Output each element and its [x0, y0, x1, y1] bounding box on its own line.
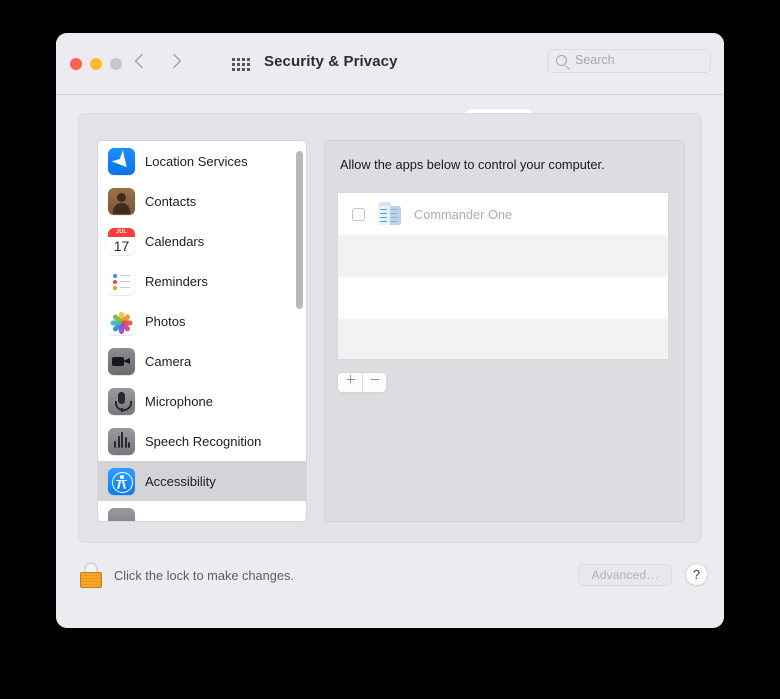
search-icon — [556, 55, 567, 66]
back-chevron-icon[interactable] — [134, 52, 148, 74]
title-bar: Security & Privacy Search — [56, 33, 724, 95]
sidebar-item-photos[interactable]: Photos — [98, 301, 306, 341]
app-row-empty — [338, 235, 668, 277]
sidebar-item-reminders[interactable]: Reminders — [98, 261, 306, 301]
calendars-icon: JUL 17 — [108, 227, 135, 255]
privacy-category-list[interactable]: Location Services Contacts JUL 17 Calend… — [97, 140, 307, 522]
forward-chevron-icon[interactable] — [168, 52, 182, 74]
sidebar-item-calendars[interactable]: JUL 17 Calendars — [98, 221, 306, 261]
app-row-empty — [338, 277, 668, 319]
system-preferences-window: Security & Privacy Search General FileVa… — [56, 33, 724, 628]
remove-app-button[interactable] — [361, 373, 387, 392]
traffic-lights — [70, 58, 122, 70]
sidebar-item-microphone[interactable]: Microphone — [98, 381, 306, 421]
add-app-button[interactable] — [338, 373, 362, 392]
search-input[interactable]: Search — [547, 49, 711, 73]
grid-icon[interactable] — [232, 58, 250, 71]
detail-pane: Allow the apps below to control your com… — [324, 140, 685, 522]
help-button[interactable]: ? — [685, 563, 708, 586]
microphone-icon — [108, 387, 135, 415]
content-panel: Location Services Contacts JUL 17 Calend… — [78, 113, 702, 543]
reminders-icon — [108, 267, 135, 295]
app-name: Commander One — [414, 206, 513, 222]
page-title: Security & Privacy — [264, 53, 398, 70]
locked-padlock-icon[interactable] — [80, 562, 102, 588]
speech-recognition-icon — [108, 427, 135, 455]
calendar-month: JUL — [108, 227, 135, 237]
sidebar-scrollbar[interactable] — [296, 147, 303, 515]
sidebar-item-label: Calendars — [145, 233, 205, 249]
add-remove-buttons — [337, 372, 387, 393]
photos-icon — [108, 307, 135, 335]
detail-description: Allow the apps below to control your com… — [340, 157, 605, 172]
app-row-commander-one[interactable]: Commander One — [338, 193, 668, 235]
close-button[interactable] — [70, 58, 82, 70]
sidebar-item-label: Microphone — [145, 393, 213, 409]
sidebar-item-accessibility[interactable]: Accessibility — [98, 461, 306, 501]
navigation-arrows — [134, 52, 182, 74]
allowed-apps-list[interactable]: Commander One — [337, 192, 669, 360]
sidebar-item-contacts[interactable]: Contacts — [98, 181, 306, 221]
sidebar-item-label: Accessibility — [145, 473, 216, 489]
calendar-day: 17 — [113, 237, 130, 254]
sidebar-item-label: Contacts — [145, 193, 197, 209]
sidebar-item-camera[interactable]: Camera — [98, 341, 306, 381]
sidebar-item-location-services[interactable]: Location Services — [98, 141, 306, 181]
app-row-empty — [338, 319, 668, 359]
window-footer: Click the lock to make changes. Advanced… — [56, 543, 724, 628]
sidebar-item-label: Location Services — [145, 153, 248, 169]
sidebar-item-speech-recognition[interactable]: Speech Recognition — [98, 421, 306, 461]
minimize-button[interactable] — [90, 58, 102, 70]
contacts-icon — [108, 187, 135, 215]
sidebar-item-label: Reminders — [145, 273, 208, 289]
camera-icon — [108, 347, 135, 375]
sidebar-item-partial[interactable] — [98, 501, 306, 521]
sidebar-item-label: Camera — [145, 353, 192, 369]
scrollbar-thumb[interactable] — [296, 151, 303, 309]
sidebar-item-label: Photos — [145, 313, 186, 329]
accessibility-icon — [108, 467, 135, 495]
sidebar-item-label: Speech Recognition — [145, 433, 262, 449]
zoom-button[interactable] — [110, 58, 122, 70]
commander-one-icon — [377, 201, 402, 227]
lock-hint-text: Click the lock to make changes. — [114, 568, 294, 583]
app-checkbox[interactable] — [352, 207, 365, 221]
location-services-icon — [108, 147, 135, 175]
search-placeholder: Search — [575, 53, 615, 67]
advanced-button[interactable]: Advanced… — [578, 564, 672, 586]
partial-app-icon — [108, 507, 135, 521]
